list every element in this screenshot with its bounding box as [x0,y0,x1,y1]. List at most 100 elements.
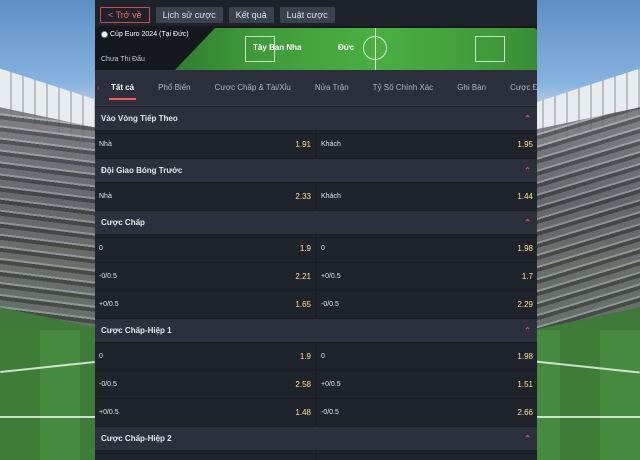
odds-value: 2.21 [295,272,311,281]
pitch-graphic [175,28,537,70]
section-header[interactable]: Vào Vòng Tiếp Theo ⌃ [95,106,537,130]
section-title: Cược Chấp-Hiệp 1 [101,326,172,335]
selection-label: +0/0.5 [321,273,341,280]
selection-label: Khách [321,141,341,148]
chevron-up-icon[interactable]: ⌃ [524,114,531,123]
odds-row: +0/0.5 1.48 -0/0.5 2.66 [95,398,537,426]
tab-0[interactable]: Tất cả [99,70,146,106]
selection-label: -0/0.5 [99,273,117,280]
odds-cell[interactable]: +0/0.5 1.7 [315,263,537,290]
odds-cell[interactable]: Nhà 2.33 [95,183,315,210]
bet-history-button[interactable]: Lịch sử cược [155,7,223,23]
odds-value: 1.9 [299,352,311,361]
section-header[interactable]: Cược Chấp-Hiệp 2 ⌃ [95,426,537,450]
odds-cell[interactable]: Nhà 1.91 [95,131,315,158]
section-header[interactable]: Đội Giao Bóng Trước ⌃ [95,158,537,182]
tab-1[interactable]: Phổ Biến [146,70,202,106]
tab-2[interactable]: Cược Chấp & Tài/Xỉu [203,70,303,106]
odds-cell[interactable]: +0/0.5 1.48 [95,399,315,426]
tabs-scroll-right-icon[interactable]: › [532,70,535,106]
selection-label: Khách [321,193,341,200]
results-button[interactable]: Kết quả [228,7,274,23]
tab-5[interactable]: Ghi Bàn [445,70,498,106]
selection-label: +0/0.5 [99,409,119,416]
odds-value: 1.95 [517,140,533,149]
markets-list: Vào Vòng Tiếp Theo ⌃ Nhà 1.91 Khách 1.95 Đội G… [95,106,537,460]
rules-button[interactable]: Luật cược [279,7,335,23]
section-title: Vào Vòng Tiếp Theo [101,114,178,123]
match-status: Chưa Thi Đấu [101,56,145,63]
chevron-up-icon[interactable]: ⌃ [524,166,531,175]
market-tabs: ‹ Tất cả Phổ Biến Cược Chấp & Tài/Xỉu Nửa T… [95,70,537,106]
tab-3[interactable]: Nửa Trận [303,70,361,106]
odds-value: 1.7 [521,272,533,281]
selection-label: +0/0.5 [321,381,341,388]
selection-label: -0/0.5 [321,409,339,416]
section-title: Cược Chấp-Hiệp 2 [101,434,172,443]
selection-label: -0/0.5 [99,381,117,388]
odds-row: 0 1.9 0 1.98 [95,342,537,370]
selection-label: 0 [99,245,103,252]
odds-value: 2.33 [295,192,311,201]
odds-cell[interactable]: 0 1.9 [95,343,315,370]
odds-row: 01.9101.97 [95,450,537,460]
section-header[interactable]: Cược Chấp-Hiệp 1 ⌃ [95,318,537,342]
pitch-line [535,360,640,374]
center-circle [363,36,387,60]
odds-value: 1.44 [517,192,533,201]
chevron-up-icon[interactable]: ⌃ [524,218,531,227]
odds-cell[interactable]: Khách 1.44 [315,183,537,210]
odds-cell[interactable]: 01.91 [95,451,315,460]
odds-row: 0 1.9 0 1.98 [95,234,537,262]
chevron-up-icon[interactable]: ⌃ [524,434,531,443]
odds-value: 2.29 [517,300,533,309]
selection-label: Nhà [99,141,112,148]
odds-row: -0/0.5 2.58 +0/0.5 1.51 [95,370,537,398]
league-label: Cúp Euro 2024 (Tại Đức) [110,31,189,38]
odds-value: 1.48 [295,408,311,417]
pitch-line [0,361,95,373]
odds-cell[interactable]: -0/0.5 2.66 [315,399,537,426]
odds-row: Nhà 1.91 Khách 1.95 [95,130,537,158]
section-title: Cược Chấp [101,218,145,227]
odds-cell[interactable]: -0/0.5 2.21 [95,263,315,290]
odds-cell[interactable]: Khách 1.95 [315,131,537,158]
odds-cell[interactable]: +0/0.5 1.65 [95,291,315,318]
betting-panel: < Trở về Lịch sử cược Kết quả Luật cược … [95,0,537,460]
odds-cell[interactable]: -0/0.5 2.58 [95,371,315,398]
selection-label: 0 [321,353,325,360]
odds-value: 1.9 [299,244,311,253]
selection-label: Nhà [99,193,112,200]
chevron-up-icon[interactable]: ⌃ [524,326,531,335]
odds-cell[interactable]: 01.97 [315,451,537,460]
odds-cell[interactable]: 0 1.98 [315,235,537,262]
pitch-line [535,416,640,418]
odds-value: 2.66 [517,408,533,417]
football-icon [101,31,108,38]
odds-cell[interactable]: -0/0.5 2.29 [315,291,537,318]
tab-6[interactable]: Cược Đặc Biệt [498,70,537,106]
odds-row: +0/0.5 1.65 -0/0.5 2.29 [95,290,537,318]
section-title: Đội Giao Bóng Trước [101,166,183,175]
section-header[interactable]: Cược Chấp ⌃ [95,210,537,234]
odds-cell[interactable]: +0/0.5 1.51 [315,371,537,398]
league-name: Cúp Euro 2024 (Tại Đức) [101,31,189,38]
odds-value: 1.65 [295,300,311,309]
odds-row: Nhà 2.33 Khách 1.44 [95,182,537,210]
stadium-stand-right [520,107,640,333]
odds-cell[interactable]: 0 1.9 [95,235,315,262]
penalty-box-right [475,36,505,62]
selection-label: 0 [99,353,103,360]
odds-row: -0/0.5 2.21 +0/0.5 1.7 [95,262,537,290]
match-header: Cúp Euro 2024 (Tại Đức) Chưa Thi Đấu Tây… [95,26,537,70]
home-team: Tây Ban Nha [253,43,302,52]
pitch-line [0,416,95,418]
odds-value: 1.91 [295,140,311,149]
odds-cell[interactable]: 0 1.98 [315,343,537,370]
odds-value: 2.58 [295,380,311,389]
tab-4[interactable]: Tỷ Số Chính Xác [361,70,445,106]
top-bar: < Trở về Lịch sử cược Kết quả Luật cược [95,0,537,26]
selection-label: -0/0.5 [321,301,339,308]
back-button[interactable]: < Trở về [100,7,150,23]
odds-value: 1.98 [517,352,533,361]
